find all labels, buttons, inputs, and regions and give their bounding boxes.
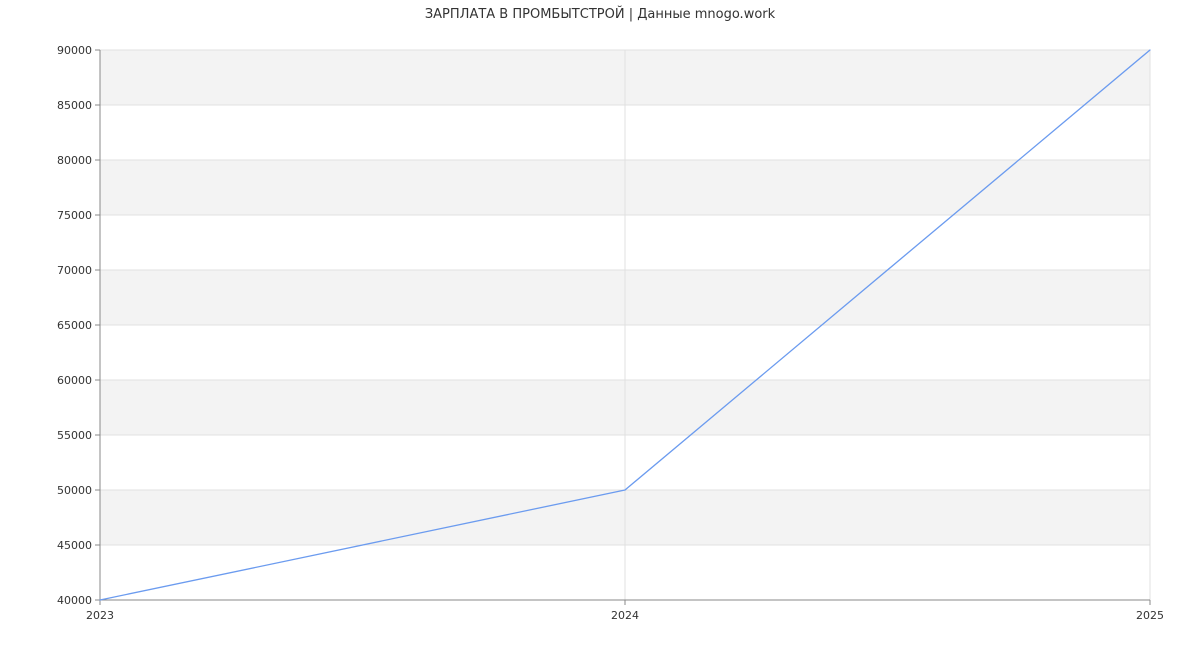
x-tick-label: 2023 [86,609,114,622]
data-point [624,489,626,491]
y-tick-label: 40000 [57,594,92,607]
y-tick-label: 80000 [57,154,92,167]
y-tick-label: 90000 [57,44,92,57]
y-tick-label: 45000 [57,539,92,552]
line-chart: ЗАРПЛАТА В ПРОМБЫТСТРОЙ | Данные mnogo.w… [57,6,1164,622]
x-axis-ticks: 2023 2024 2025 [86,600,1164,622]
y-axis-ticks: 40000 45000 50000 55000 60000 65000 70000 75000… [57,44,100,607]
y-tick-label: 85000 [57,99,92,112]
data-point [1149,49,1151,51]
y-tick-label: 60000 [57,374,92,387]
x-tick-label: 2024 [611,609,639,622]
y-tick-label: 55000 [57,429,92,442]
y-tick-label: 70000 [57,264,92,277]
data-point [99,599,101,601]
x-tick-label: 2025 [1136,609,1164,622]
chart-title: ЗАРПЛАТА В ПРОМБЫТСТРОЙ | Данные mnogo.w… [425,6,776,22]
chart-container: ЗАРПЛАТА В ПРОМБЫТСТРОЙ | Данные mnogo.w… [0,0,1200,650]
y-tick-label: 50000 [57,484,92,497]
y-tick-label: 75000 [57,209,92,222]
y-tick-label: 65000 [57,319,92,332]
